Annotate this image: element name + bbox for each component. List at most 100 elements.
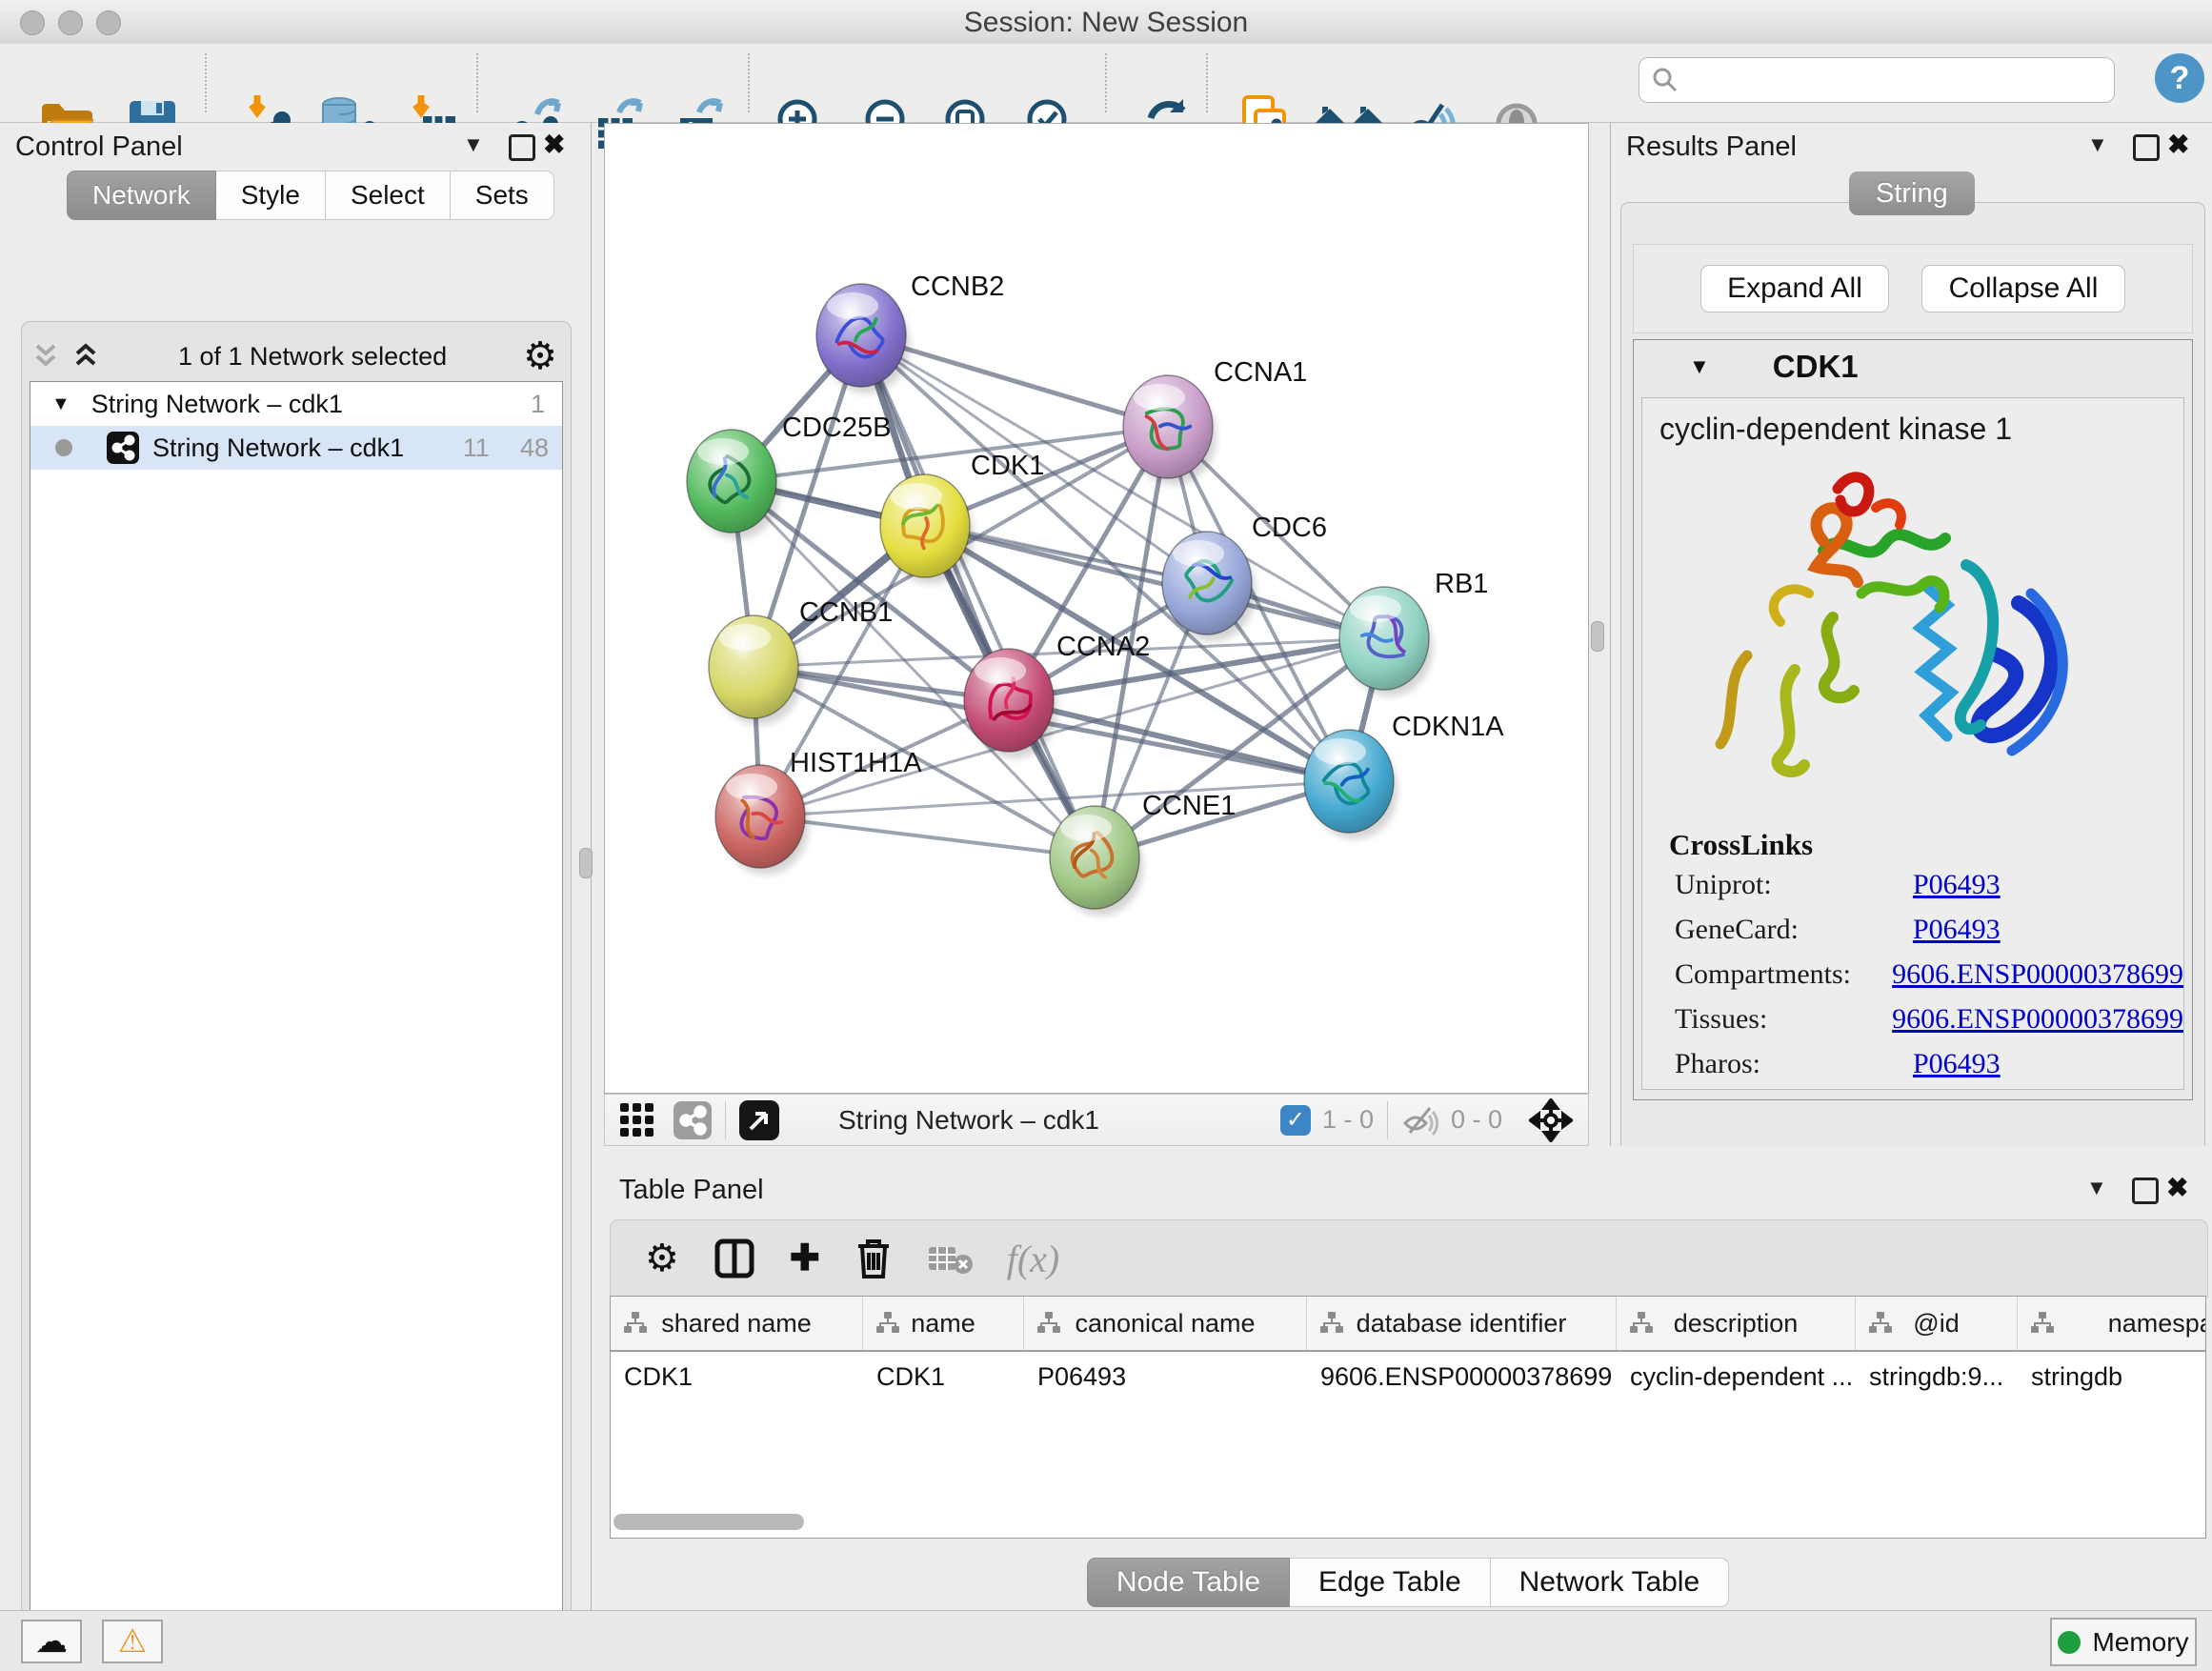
- expand-all-icon[interactable]: [70, 340, 102, 372]
- column-type-icon: [875, 1310, 901, 1337]
- control-panel-tabs: Network Style Select Sets: [67, 171, 554, 220]
- crosslink-row: Compartments:9606.ENSP00000378699: [1642, 952, 2183, 997]
- node-label-CCNA1: CCNA1: [1214, 357, 1307, 388]
- crosslinks-heading: CrossLinks: [1669, 828, 2183, 862]
- network-options-gear-icon[interactable]: ⚙: [523, 337, 557, 375]
- column-header-database-identifier[interactable]: database identifier: [1307, 1297, 1617, 1350]
- create-column-icon[interactable]: ✚: [790, 1240, 820, 1277]
- table-header-row: shared namenamecanonical namedatabase id…: [611, 1297, 2205, 1352]
- table-cell[interactable]: stringdb: [2018, 1362, 2206, 1392]
- show-columns-icon[interactable]: [714, 1238, 755, 1279]
- column-header-description[interactable]: description: [1617, 1297, 1856, 1350]
- function-builder-icon: f(x): [1007, 1237, 1060, 1281]
- node-label-CCNB2: CCNB2: [911, 272, 1004, 302]
- current-network-dot-icon: [55, 439, 72, 456]
- table-cell[interactable]: CDK1: [611, 1362, 863, 1392]
- crosslink-row: GeneCard:P06493: [1642, 907, 2183, 952]
- crosslink-link[interactable]: P06493: [1913, 1048, 2001, 1080]
- results-panel-collapse-icon[interactable]: ▼: [2087, 132, 2108, 157]
- grid-view-icon[interactable]: [618, 1101, 656, 1139]
- network-node-CCNE1[interactable]: CCNE1: [1050, 791, 1236, 916]
- tab-network[interactable]: Network: [67, 171, 216, 220]
- expand-collapse-box: Expand All Collapse All: [1633, 244, 2193, 333]
- network-node-HIST1H1A[interactable]: HIST1H1A: [715, 748, 922, 875]
- results-panel-close-icon[interactable]: ✖: [2167, 129, 2189, 160]
- network-node-CCNA1[interactable]: CCNA1: [1123, 357, 1307, 485]
- tree-expander-icon[interactable]: ▼: [51, 393, 70, 415]
- network-node-CCNB2[interactable]: CCNB2: [816, 272, 1004, 393]
- window-title: Session: New Session: [0, 7, 2212, 39]
- column-header-canonical-name[interactable]: canonical name: [1024, 1297, 1307, 1350]
- table-options-gear-icon[interactable]: ⚙: [645, 1239, 679, 1278]
- node-label-HIST1H1A: HIST1H1A: [790, 748, 922, 778]
- left-splitter-handle[interactable]: [579, 848, 593, 878]
- crosslink-label: Uniprot:: [1642, 869, 1913, 901]
- network-share-view-icon[interactable]: [674, 1101, 712, 1139]
- table-cell[interactable]: cyclin-dependent ...: [1617, 1362, 1856, 1392]
- crosslink-link[interactable]: P06493: [1913, 914, 2001, 946]
- node-label-CCNA2: CCNA2: [1056, 632, 1150, 662]
- node-label-CCNB1: CCNB1: [799, 597, 893, 628]
- column-header-namespace[interactable]: namespace: [2018, 1297, 2206, 1350]
- search-input[interactable]: [1639, 57, 2115, 103]
- table-panel-close-icon[interactable]: ✖: [2166, 1172, 2188, 1203]
- memory-button[interactable]: Memory: [2050, 1618, 2197, 1666]
- table-cell[interactable]: CDK1: [863, 1362, 1024, 1392]
- tab-node-table[interactable]: Node Table: [1087, 1558, 1290, 1607]
- network-edge-CCNE1-HIST1H1A[interactable]: [760, 816, 1095, 857]
- open-in-window-icon[interactable]: [739, 1100, 779, 1140]
- warning-icon[interactable]: ⚠: [102, 1620, 163, 1663]
- collapse-all-icon[interactable]: [30, 340, 62, 372]
- toolbar-separator: [205, 53, 207, 112]
- crosslink-link[interactable]: P06493: [1913, 869, 2001, 901]
- table-panel-float-icon[interactable]: [2132, 1178, 2159, 1204]
- crosslink-link[interactable]: 9606.ENSP00000378699: [1892, 958, 2183, 991]
- node-count: 11: [463, 433, 490, 463]
- column-header-name[interactable]: name: [863, 1297, 1024, 1350]
- column-header--id[interactable]: @id: [1856, 1297, 2018, 1350]
- network-collection-row[interactable]: ▼ String Network – cdk1 1: [30, 382, 562, 426]
- search-icon: [1651, 66, 1679, 94]
- crosslink-link[interactable]: 9606.ENSP00000378699: [1892, 1003, 2183, 1036]
- control-panel-float-icon[interactable]: [509, 134, 535, 161]
- crosslink-row: Uniprot:P06493: [1642, 862, 2183, 907]
- tab-select[interactable]: Select: [326, 171, 451, 220]
- table-horizontal-scrollbar[interactable]: [613, 1514, 804, 1530]
- network-row-selected[interactable]: String Network – cdk1 11 48: [30, 426, 562, 470]
- table-cell[interactable]: stringdb:9...: [1856, 1362, 2018, 1392]
- delete-column-trash-icon[interactable]: [855, 1237, 893, 1280]
- tab-sets[interactable]: Sets: [451, 171, 554, 220]
- search-text-field[interactable]: [1679, 65, 2093, 96]
- collection-name: String Network – cdk1: [91, 390, 343, 419]
- table-cell[interactable]: P06493: [1024, 1362, 1307, 1392]
- delete-table-icon: [927, 1241, 973, 1276]
- tab-network-table[interactable]: Network Table: [1491, 1558, 1730, 1607]
- network-node-CDC6[interactable]: CDC6: [1162, 513, 1327, 641]
- birdseye-pan-icon[interactable]: [1529, 1098, 1573, 1142]
- crosslink-label: Tissues:: [1642, 1003, 1892, 1036]
- table-cell[interactable]: 9606.ENSP00000378699: [1307, 1362, 1617, 1392]
- right-splitter-handle[interactable]: [1591, 621, 1604, 652]
- cloud-icon[interactable]: ☁: [21, 1620, 82, 1663]
- tab-string[interactable]: String: [1849, 171, 1975, 215]
- column-type-icon: [1036, 1310, 1062, 1337]
- results-panel-float-icon[interactable]: [2133, 134, 2160, 161]
- network-node-CDKN1A[interactable]: CDKN1A: [1304, 712, 1504, 839]
- control-panel-close-icon[interactable]: ✖: [543, 129, 565, 160]
- network-canvas[interactable]: CCNB2CCNA1CDC25BCDK1CDC6RB1CCNB1CCNA2CDK…: [604, 123, 1589, 1094]
- control-panel: Control Panel ▼ ✖ Network Style Select S…: [0, 123, 592, 1610]
- table-row[interactable]: CDK1CDK1P064939606.ENSP00000378699cyclin…: [611, 1352, 2205, 1401]
- gene-collapse-icon[interactable]: ▼: [1689, 354, 1710, 379]
- tab-style[interactable]: Style: [216, 171, 326, 220]
- current-network-name: String Network – cdk1: [838, 1105, 1099, 1136]
- selected-checkbox-icon[interactable]: ✓: [1280, 1105, 1311, 1136]
- table-panel-collapse-icon[interactable]: ▼: [2086, 1176, 2107, 1200]
- network-node-RB1[interactable]: RB1: [1339, 569, 1488, 696]
- collapse-all-button[interactable]: Collapse All: [1921, 265, 2125, 312]
- control-panel-collapse-icon[interactable]: ▼: [463, 132, 484, 157]
- help-icon[interactable]: ?: [2155, 53, 2204, 103]
- expand-all-button[interactable]: Expand All: [1700, 265, 1889, 312]
- column-header-shared-name[interactable]: shared name: [611, 1297, 863, 1350]
- column-type-icon: [1628, 1310, 1655, 1337]
- tab-edge-table[interactable]: Edge Table: [1290, 1558, 1491, 1607]
